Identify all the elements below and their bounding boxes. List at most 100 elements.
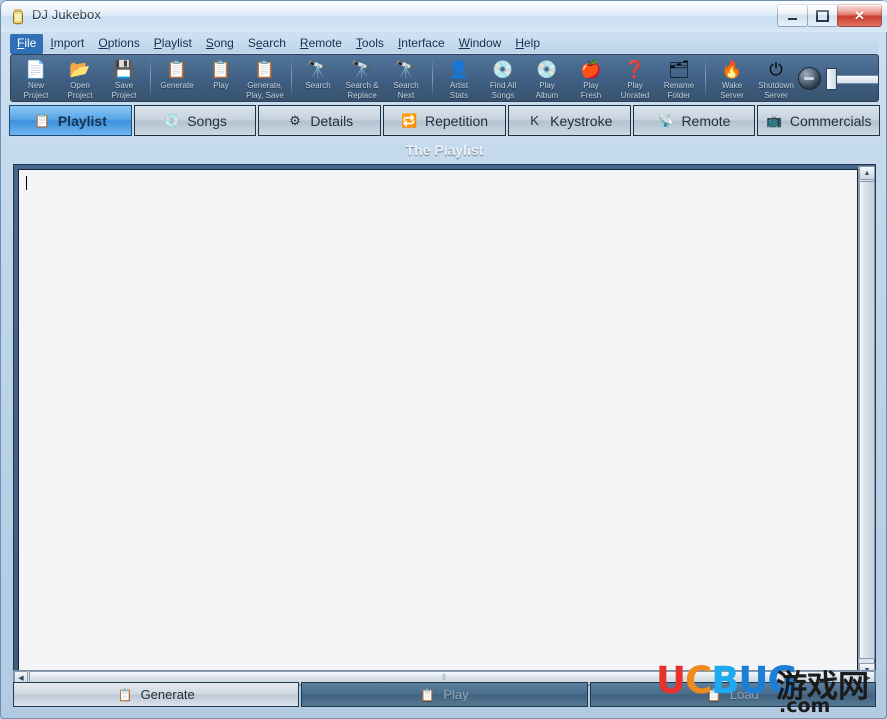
toolbar-button-label: Find All [489,81,517,90]
jukebox-icon [13,9,23,25]
menu-item-tools[interactable]: Tools [349,34,391,54]
find-all-songs-icon: 💿 [492,59,514,79]
songs-disc-icon: 💿 [163,113,180,128]
tab-label: Details [310,112,354,129]
button-label: Generate [140,687,195,702]
menu-item-song[interactable]: Song [199,34,241,54]
action-button-bar: 📋 Generate 📋 Play 📋 Load [13,682,876,707]
playlist-text-area[interactable] [19,170,857,673]
artist-person-icon: 👤 [448,59,470,79]
volume-slider[interactable] [826,67,878,90]
keystroke-key-icon: K [530,113,539,128]
vertical-scrollbar[interactable]: ▲ ▼ [858,166,875,677]
toolbar-button-new-project[interactable]: 📄 New Project [14,55,58,101]
tab-songs[interactable]: 💿 Songs [133,105,257,136]
menu-item-file[interactable]: File [10,33,44,54]
playlist-clipboard-icon: 📋 [34,113,51,128]
toolbar-button-play-unrated[interactable]: ❓ Play Unrated [613,55,657,101]
toolbar-button-label: Play [539,81,555,90]
play-album-icon: 💿 [536,59,558,79]
toolbar-button-generate-play-save[interactable]: 📋 Generate, Play, Save [243,55,287,101]
menu-item-playlist[interactable]: Playlist [147,34,199,54]
toolbar-button-save-project[interactable]: 💾 Save Project [102,55,146,101]
toolbar-button-open-project[interactable]: 📂 Open Project [58,55,102,101]
menu-item-remote[interactable]: Remote [293,34,349,54]
toolbar-button-find-all-songs[interactable]: 💿 Find All Songs [481,55,525,101]
toolbar-button-search-next[interactable]: 🔭 Search Next [384,55,428,101]
menu-item-options[interactable]: Options [91,34,146,54]
toolbar-button-label-line2: Songs [491,91,515,100]
tab-label: Repetition [424,112,489,129]
button-label: Load [729,687,759,702]
play-unrated-icon: ❓ [624,59,646,79]
tab-label: Commercials [789,112,872,129]
new-document-icon: 📄 [25,59,47,79]
toolbar-separator [432,58,433,98]
text-caret [26,176,27,190]
toolbar-button-search-replace[interactable]: 🔭 Search & Replace [340,55,384,101]
volume-slider-track[interactable] [834,75,878,84]
details-gear-icon: ⚙ [289,113,301,128]
maximize-icon [816,9,829,22]
volume-control[interactable] [798,55,878,101]
search-replace-icon: 🔭 [351,59,373,79]
generate-button[interactable]: 📋 Generate [13,682,300,707]
tab-commercials[interactable]: 📺 Commercials [757,105,881,136]
scroll-up-button[interactable]: ▲ [859,166,875,180]
play-button: 📋 Play [301,682,588,707]
toolbar-button-label: Generate [160,81,194,90]
tab-label: Songs [187,112,227,129]
tab-label: Remote [681,112,731,129]
toolbar-button-label: Artist [449,81,469,90]
toolbar-button-label-line2: Stats [449,91,469,100]
menu-item-help[interactable]: Help [508,34,547,54]
menu-item-interface[interactable]: Interface [391,34,452,54]
tab-remote[interactable]: 📡 Remote [632,105,756,136]
toolbar-button-label-line2: Server [720,91,744,100]
playlist-panel: ▲ ▼ [13,164,876,677]
remote-control-icon: 📡 [657,113,675,128]
page-title: The Playlist [405,142,484,158]
toolbar-button-play[interactable]: 📋 Play [199,55,243,101]
toolbar-button-label-line2: Album [535,91,559,100]
close-icon: ✕ [854,8,865,23]
play-clipboard-icon: 📋 [420,687,436,702]
play-clipboard-icon: 📋 [210,59,232,79]
tab-details[interactable]: ⚙ Details [258,105,382,136]
toolbar-button-play-album[interactable]: 💿 Play Album [525,55,569,101]
minimize-button[interactable] [777,4,808,27]
menu-item-search[interactable]: Search [241,34,293,54]
toolbar-button-generate[interactable]: 📋 Generate [155,55,199,101]
playlist-editor-frame [18,169,858,674]
title-bar: DJ Jukebox ✕ [1,1,887,32]
toolbar-button-shutdown-server[interactable]: ⏻ Shutdown Server [754,55,798,101]
toolbar-button-label: Shutdown [758,81,794,90]
toolbar-button-label: Play [213,81,229,90]
toolbar-button-play-fresh[interactable]: 🍎 Play Fresh [569,55,613,101]
toolbar-button-label-line2: Replace [347,91,377,100]
toolbar-button-rename-folder[interactable]: 🗂 Rename Folder [657,55,701,101]
volume-slider-thumb[interactable] [826,68,837,90]
toolbar-button-artist-stats[interactable]: 👤 Artist Stats [437,55,481,101]
toolbar-button-label-line2: Unrated [620,91,650,100]
minimize-icon [788,17,797,20]
button-label: Play [443,687,469,702]
menu-item-window[interactable]: Window [452,34,509,54]
vertical-scrollbar-thumb[interactable] [859,181,875,659]
close-button[interactable]: ✕ [837,4,882,27]
menu-item-import[interactable]: Import [43,34,91,54]
toolbar-button-label: Search [305,81,331,90]
toolbar-button-label: Save [114,81,134,90]
toolbar-button-search[interactable]: 🔭 Search [296,55,340,101]
maximize-button[interactable] [807,4,838,27]
repetition-refresh-icon: 🔁 [401,113,418,128]
tab-keystroke[interactable]: K Keystroke [507,105,631,136]
rename-folder-icon: 🗂 [668,59,690,79]
toolbar-button-label: Search & [345,81,379,90]
tab-playlist[interactable]: 📋 Playlist [9,105,132,136]
toolbar-button-wake-server[interactable]: 🔥 Wake Server [710,55,754,101]
volume-knob-icon[interactable] [798,66,821,90]
toolbar-separator [291,58,292,98]
tab-repetition[interactable]: 🔁 Repetition [383,105,506,136]
application-window: DJ Jukebox ✕ File Import Options Playlist So… [0,0,887,719]
